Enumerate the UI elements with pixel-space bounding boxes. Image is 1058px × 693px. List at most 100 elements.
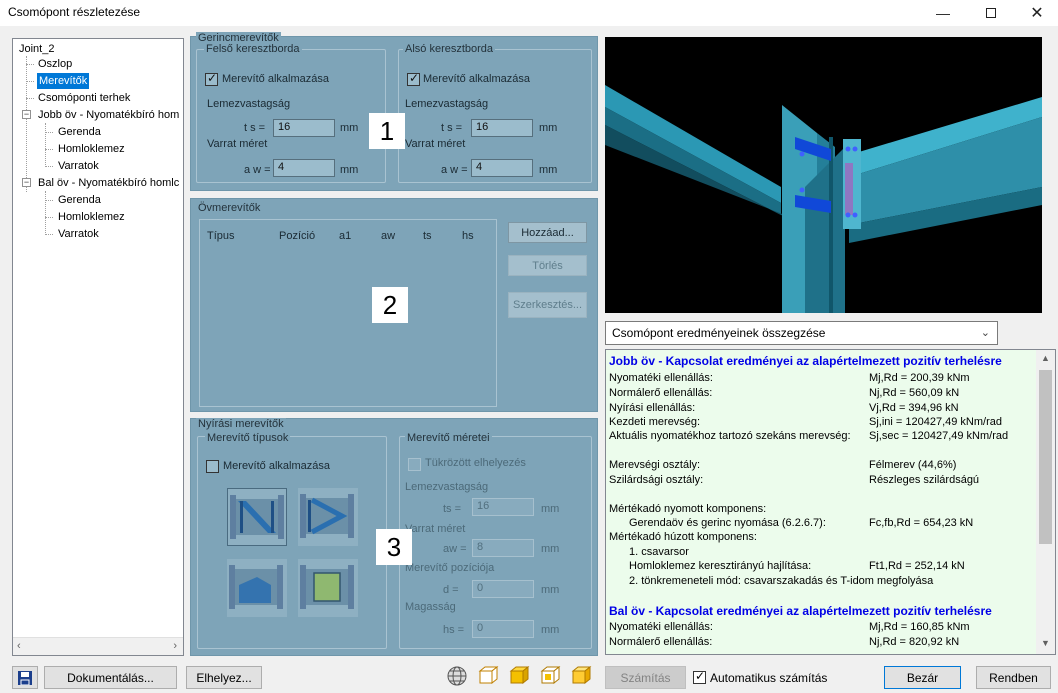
- result-value: Mj,Rd = 160,85 kNm: [869, 621, 970, 633]
- nyirasi-hs-label: hs =: [443, 624, 465, 636]
- nyirasi-title: Nyírási merevítők: [196, 418, 286, 430]
- tree-item-oszlop[interactable]: Oszlop: [38, 56, 72, 72]
- also-lemez-label: Lemezvastagság: [405, 98, 489, 110]
- auto-calc-label: Automatikus számítás: [710, 671, 828, 685]
- results-heading-bal: Bal öv - Kapcsolat eredményei az alapért…: [609, 604, 992, 618]
- globe-view-icon[interactable]: [446, 665, 468, 687]
- close-window-button[interactable]: ✕: [1014, 0, 1058, 26]
- nyirasi-ts-input[interactable]: 16: [472, 498, 534, 516]
- stiffener-type-diagonal-icon[interactable]: [227, 488, 287, 546]
- tree-item-varratok[interactable]: Varratok: [58, 226, 99, 242]
- nyirasi-pozicio-label: Merevítő pozíciója: [405, 562, 495, 574]
- wireframe-view-icon[interactable]: [477, 665, 499, 687]
- felso-ts-input[interactable]: 16: [273, 119, 335, 137]
- huzott-heading: Mértékadó húzott komponens:: [609, 531, 757, 543]
- scroll-down-icon[interactable]: ▼: [1041, 638, 1050, 648]
- nyomott-heading: Mértékadó nyomott komponens:: [609, 503, 767, 515]
- tree-item-csomoponti-terhek[interactable]: Csomóponti terhek: [38, 90, 130, 106]
- also-ts-unit: mm: [539, 122, 558, 134]
- close-button[interactable]: Bezár: [884, 666, 961, 689]
- results-scrollbar[interactable]: ▲ ▼: [1036, 350, 1055, 654]
- also-checkbox[interactable]: [407, 71, 420, 86]
- huzott-row-2: 2. tönkremeneteli mód: csavarszakadás és…: [629, 575, 934, 587]
- result-value: Nj,Rd = 560,09 kN: [869, 387, 960, 399]
- solid-view-icon[interactable]: [508, 665, 530, 687]
- 3d-view[interactable]: [605, 37, 1042, 313]
- delete-button[interactable]: Törlés: [508, 255, 587, 276]
- felso-checkbox-label: Merevítő alkalmazása: [222, 73, 329, 85]
- add-button[interactable]: Hozzáad...: [508, 222, 587, 243]
- nyirasi-lemez-label: Lemezvastagság: [405, 481, 489, 493]
- col-tipus[interactable]: Típus: [207, 230, 235, 242]
- collapse-icon[interactable]: −: [22, 110, 31, 119]
- stiffener-type-k-icon[interactable]: [298, 488, 358, 546]
- tree-item-homloklemez[interactable]: Homloklemez: [58, 141, 125, 157]
- col-a1[interactable]: a1: [339, 230, 351, 242]
- place-button[interactable]: Elhelyez...: [186, 666, 262, 689]
- scroll-left-icon[interactable]: ‹: [17, 640, 21, 652]
- ov-list[interactable]: [199, 219, 497, 407]
- felso-checkbox[interactable]: [205, 71, 218, 86]
- calculate-button[interactable]: Számítás: [605, 666, 686, 689]
- tukrozott-checkbox[interactable]: [408, 458, 421, 471]
- stiffener-type-bent-icon[interactable]: [227, 559, 287, 617]
- tipusok-title: Merevítő típusok: [205, 432, 291, 444]
- result-value: Mj,Rd = 200,39 kNm: [869, 372, 970, 384]
- tree-item-bal-ov[interactable]: Bal öv - Nyomatékbíró homlc: [38, 175, 179, 191]
- huzott-row-1: 1. csavarsor: [629, 546, 689, 558]
- minimize-button[interactable]: —: [920, 0, 966, 26]
- szil-value: Részleges szilárdságú: [869, 474, 980, 486]
- tree-item-varratok[interactable]: Varratok: [58, 158, 99, 174]
- save-button[interactable]: [12, 666, 38, 689]
- scroll-right-icon[interactable]: ›: [173, 640, 177, 652]
- tree-item-homloklemez[interactable]: Homloklemez: [58, 209, 125, 225]
- save-icon: [18, 670, 32, 685]
- also-aw-input[interactable]: 4: [471, 159, 533, 177]
- also-ts-input[interactable]: 16: [471, 119, 533, 137]
- badge-3: 3: [376, 529, 412, 565]
- tree-item-merevitok[interactable]: Merevítők: [37, 73, 90, 89]
- stiffener-type-plate-icon[interactable]: [298, 559, 358, 617]
- nyirasi-checkbox[interactable]: [206, 460, 219, 473]
- documentation-button[interactable]: Dokumentálás...: [44, 666, 177, 689]
- shaded-view-icon[interactable]: [570, 665, 592, 687]
- col-hs[interactable]: hs: [462, 230, 474, 242]
- ov-panel: Övmerevítők Típus Pozíció a1 aw ts hs Ho…: [190, 198, 598, 412]
- felso-aw-unit: mm: [340, 164, 359, 176]
- col-ts[interactable]: ts: [423, 230, 432, 242]
- results-combo[interactable]: Csomópont eredményeinek összegzése ⌄: [605, 321, 998, 345]
- hidden-line-view-icon[interactable]: [539, 665, 561, 687]
- nyirasi-hs-input[interactable]: 0: [472, 620, 534, 638]
- scroll-up-icon[interactable]: ▲: [1041, 353, 1050, 363]
- navigation-tree[interactable]: Joint_2 Oszlop Merevítők Csomóponti terh…: [12, 38, 184, 656]
- col-aw[interactable]: aw: [381, 230, 395, 242]
- scroll-thumb[interactable]: [1039, 370, 1052, 544]
- felso-aw-input[interactable]: 4: [273, 159, 335, 177]
- tree-root[interactable]: Joint_2: [19, 41, 54, 57]
- tukrozott-label: Tükrözött elhelyezés: [425, 457, 526, 469]
- felso-aw-label: a w =: [244, 164, 271, 176]
- result-value: Sj,ini = 120427,49 kNm/rad: [869, 416, 1002, 428]
- collapse-icon[interactable]: −: [22, 178, 31, 187]
- ok-button[interactable]: Rendben: [976, 666, 1051, 689]
- nyirasi-hs-unit: mm: [541, 624, 560, 636]
- tree-horizontal-scrollbar[interactable]: ‹ ›: [13, 637, 183, 655]
- tree-item-gerenda[interactable]: Gerenda: [58, 124, 101, 140]
- nyirasi-aw-label: aw =: [443, 543, 467, 555]
- auto-calc-checkbox[interactable]: ✓: [693, 669, 706, 684]
- results-combo-value: Csomópont eredményeinek összegzése: [612, 326, 826, 340]
- edit-button[interactable]: Szerkesztés...: [508, 292, 587, 318]
- minimize-icon: —: [936, 5, 950, 21]
- also-title: Alsó keresztborda: [403, 43, 496, 55]
- badge-2: 2: [372, 287, 408, 323]
- tree-item-gerenda[interactable]: Gerenda: [58, 192, 101, 208]
- also-checkbox-label: Merevítő alkalmazása: [423, 73, 530, 85]
- col-pozicio[interactable]: Pozíció: [279, 230, 315, 242]
- maximize-button[interactable]: [968, 0, 1014, 26]
- tree-item-jobb-ov[interactable]: Jobb öv - Nyomatékbíró hom: [38, 107, 179, 123]
- gerinc-panel: Gerincmerevítők Felső keresztborda Merev…: [190, 32, 598, 191]
- nyirasi-aw-input[interactable]: 8: [472, 539, 534, 557]
- nyirasi-d-input[interactable]: 0: [472, 580, 534, 598]
- result-value: Nj,Rd = 820,92 kN: [869, 636, 960, 648]
- nyirasi-aw-unit: mm: [541, 543, 560, 555]
